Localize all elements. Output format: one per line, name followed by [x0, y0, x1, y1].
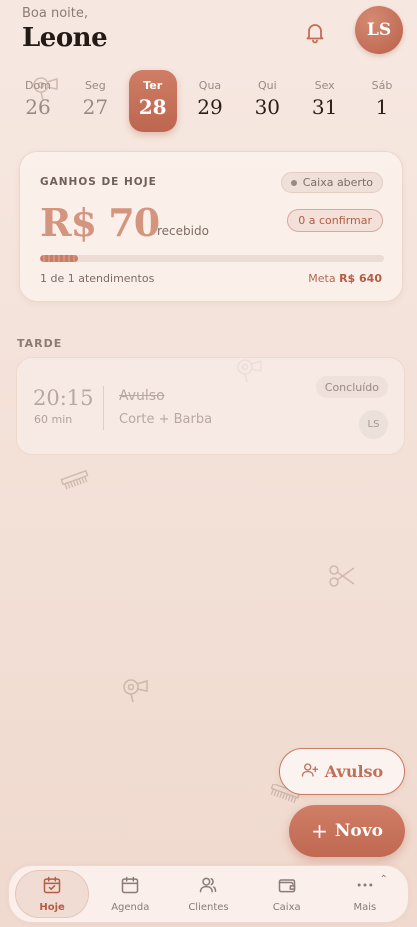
day-date: 27	[82, 95, 109, 119]
new-appointment-button[interactable]: + Novo	[289, 805, 405, 857]
bottom-nav: Hoje Agenda Clientes Caixa ⌃ Mais	[8, 865, 409, 923]
nav-label: Hoje	[39, 902, 65, 913]
week-strip: Dom 26 Seg 27 Ter 28 Qua 29 Qui 30 Sex 31 Sáb 1	[14, 70, 406, 134]
day-thursday[interactable]: Qui 30	[243, 70, 291, 132]
day-date: 26	[25, 95, 51, 119]
new-button-label: Novo	[334, 821, 383, 841]
nav-item-hoje[interactable]: Hoje	[15, 870, 90, 918]
to-confirm-badge[interactable]: 0 a confirmar	[287, 209, 383, 232]
goal-progress-fill	[40, 255, 78, 262]
nav-item-mais[interactable]: ⌃ Mais	[328, 870, 402, 918]
nav-label: Mais	[353, 902, 377, 913]
appointment-card[interactable]: 20:15 60 min Avulso Corte + Barba Conclu…	[16, 357, 405, 455]
appointment-time: 20:15	[33, 386, 94, 410]
walkin-button[interactable]: Avulso	[279, 748, 405, 795]
status-dot-icon	[290, 179, 297, 186]
day-friday[interactable]: Sex 31	[301, 70, 349, 132]
goal-progress-bar	[40, 255, 384, 262]
earnings-amount: R$ 70	[40, 200, 160, 245]
goal-value: R$ 640	[339, 272, 382, 285]
nav-item-agenda[interactable]: Agenda	[93, 870, 167, 918]
chevron-up-icon: ⌃	[379, 874, 388, 885]
day-date: 31	[311, 95, 338, 119]
day-date: 1	[375, 95, 389, 119]
calendar-icon	[120, 875, 140, 899]
wallet-icon	[277, 875, 297, 899]
day-date: 29	[197, 95, 223, 119]
goal-text: Meta R$ 640	[308, 272, 382, 285]
day-sunday[interactable]: Dom 26	[14, 70, 62, 132]
bell-icon[interactable]	[303, 20, 327, 44]
hairdryer-decoration-icon	[120, 676, 150, 704]
day-name: Sáb	[371, 79, 393, 92]
appointment-duration: 60 min	[34, 413, 73, 426]
status-badge: Concluído	[315, 376, 388, 398]
professional-avatar: LS	[359, 410, 388, 439]
nav-label: Caixa	[272, 902, 301, 913]
day-name: Qui	[257, 79, 277, 92]
nav-item-caixa[interactable]: Caixa	[250, 870, 324, 918]
day-tuesday-selected[interactable]: Ter 28	[128, 70, 177, 132]
nav-item-clientes[interactable]: Clientes	[171, 870, 245, 918]
user-plus-icon	[301, 761, 319, 783]
comb-decoration-icon	[60, 468, 90, 490]
avatar[interactable]: LS	[355, 6, 403, 54]
section-title-afternoon: TARDE	[17, 337, 63, 350]
users-icon	[198, 875, 218, 899]
greeting-text: Boa noite,	[22, 6, 89, 21]
earnings-amount-label: recebido	[157, 224, 209, 238]
nav-label: Clientes	[188, 902, 229, 913]
day-saturday[interactable]: Sáb 1	[358, 70, 406, 132]
nav-label: Agenda	[111, 902, 150, 913]
day-name: Dom	[25, 79, 51, 92]
cash-status-badge[interactable]: Caixa aberto	[280, 172, 383, 193]
day-date: 30	[254, 95, 281, 119]
calendar-check-icon	[42, 875, 62, 899]
scissors-decoration-icon	[326, 562, 356, 592]
appointment-service: Corte + Barba	[119, 412, 213, 427]
day-wednesday[interactable]: Qua 29	[186, 70, 234, 132]
day-monday[interactable]: Seg 27	[71, 70, 119, 132]
plus-icon: +	[311, 819, 328, 843]
attendance-count: 1 de 1 atendimentos	[40, 272, 155, 285]
day-name: Qua	[198, 79, 222, 92]
user-name: Leone	[22, 23, 108, 53]
walkin-button-label: Avulso	[324, 762, 384, 781]
earnings-title: GANHOS DE HOJE	[40, 176, 157, 188]
day-name: Seg	[84, 79, 106, 92]
appointment-client: Avulso	[119, 388, 165, 404]
divider	[103, 386, 104, 430]
more-icon	[355, 875, 375, 899]
earnings-card: GANHOS DE HOJE Caixa aberto R$ 70 recebi…	[19, 151, 403, 302]
header: Boa noite, Leone LS	[22, 6, 403, 62]
cash-status-label: Caixa aberto	[302, 176, 373, 189]
day-name: Ter	[143, 79, 163, 92]
day-date: 28	[138, 95, 167, 119]
goal-label: Meta	[308, 272, 336, 285]
day-name: Sex	[314, 79, 335, 92]
